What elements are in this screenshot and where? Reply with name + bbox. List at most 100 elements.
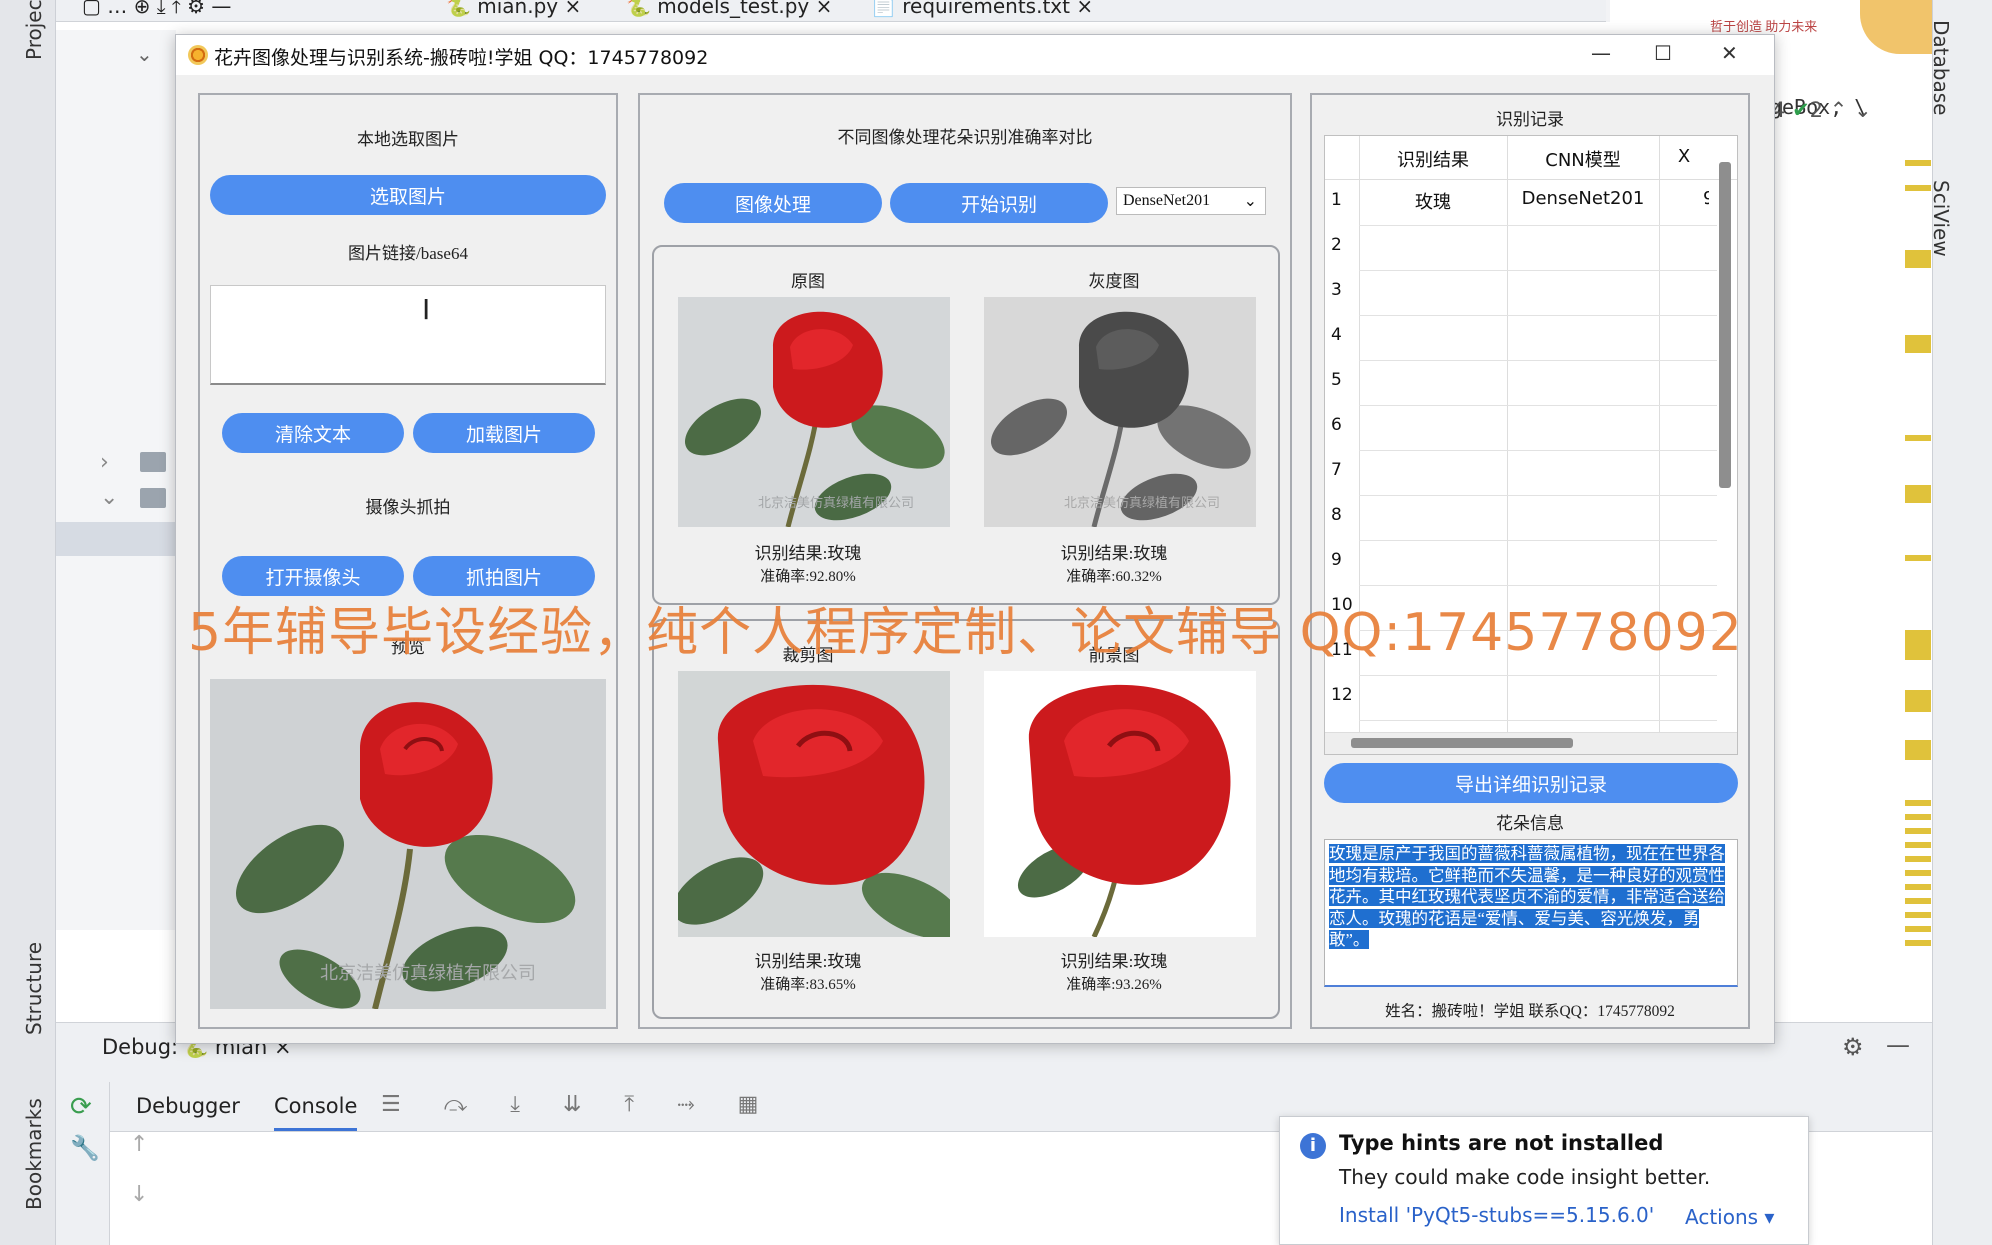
camera-heading: 摄像头抓拍 bbox=[365, 498, 451, 517]
load-image-button[interactable]: 加载图片 bbox=[413, 413, 595, 453]
debug-left-toolbar: ⟳ 🔧 bbox=[56, 1082, 110, 1245]
tab-console[interactable]: Console bbox=[274, 1094, 358, 1131]
preview-image: 北京洁美仿真绿植有限公司 bbox=[210, 679, 606, 1009]
row-divider bbox=[1359, 225, 1717, 226]
tab-mian[interactable]: 🐍 mian.py × bbox=[446, 0, 581, 18]
horizontal-scrollbar-track bbox=[1325, 732, 1737, 754]
folder-icon bbox=[140, 488, 166, 508]
text-file-icon: 📄 bbox=[871, 0, 896, 18]
info-icon: i bbox=[1300, 1133, 1326, 1159]
app-window: 花卉图像处理与识别系统-搬砖啦!学姐 QQ：1745778092 — ☐ ✕ 本… bbox=[175, 34, 1775, 1044]
export-records-button[interactable]: 导出详细识别记录 bbox=[1324, 763, 1738, 803]
app-title: 花卉图像处理与识别系统-搬砖啦!学姐 QQ：1745778092 bbox=[214, 47, 709, 69]
column-header-model[interactable]: CNN模型 bbox=[1507, 146, 1659, 172]
app-titlebar: 花卉图像处理与识别系统-搬砖啦!学姐 QQ：1745778092 — ☐ ✕ bbox=[176, 35, 1774, 75]
row-divider bbox=[1359, 315, 1717, 316]
maximize-icon[interactable]: ☐ bbox=[1654, 41, 1672, 65]
clear-text-button[interactable]: 清除文本 bbox=[222, 413, 404, 453]
model-select-value: DenseNet201 bbox=[1123, 192, 1211, 209]
comparison-panel: 不同图像处理花朵识别准确率对比 图像处理 开始识别 DenseNet201 ⌄ … bbox=[638, 93, 1292, 1029]
grayscale-accuracy: 准确率:60.32% bbox=[1066, 569, 1162, 585]
notification-body: They could make code insight better. bbox=[1339, 1165, 1711, 1189]
image-link-heading: 图片链接/base64 bbox=[348, 244, 468, 263]
install-stubs-link[interactable]: Install 'PyQt5-stubs==5.15.6.0' bbox=[1339, 1203, 1654, 1227]
row-number: 3 bbox=[1331, 280, 1342, 300]
flower-info-text[interactable]: 玫瑰是原产于我国的蔷薇科蔷薇属植物，现在在世界各地均有栽培。它鲜艳而不失温馨，是… bbox=[1324, 839, 1738, 987]
error-stripe[interactable] bbox=[1905, 160, 1931, 950]
chevron-down-icon[interactable]: ⌄ bbox=[100, 485, 118, 510]
select-image-button[interactable]: 选取图片 bbox=[210, 175, 606, 215]
row-number: 12 bbox=[1331, 685, 1353, 705]
start-recognition-button[interactable]: 开始识别 bbox=[890, 183, 1108, 223]
row-divider bbox=[1359, 405, 1717, 406]
grayscale-watermark: 北京洁美仿真绿植有限公司 bbox=[1064, 496, 1220, 511]
step-controls[interactable]: ☰ ⤼ ⤓ ⇊ ⤒ ⤑ ▦ bbox=[381, 1092, 776, 1117]
type-hints-notification: i Type hints are not installed They coul… bbox=[1279, 1116, 1809, 1245]
tab-icons[interactable]: ▢ … ⊕ ⤓ ⤒ ⚙ — bbox=[82, 0, 231, 18]
sciview-tool-label[interactable]: SciView bbox=[1929, 180, 1953, 257]
comparison-heading: 不同图像处理花朵识别准确率对比 bbox=[837, 128, 1093, 147]
tab-requirements[interactable]: 📄 requirements.txt × bbox=[871, 0, 1093, 18]
logo-text: 哲于创造 助力未来 bbox=[1710, 19, 1818, 34]
structure-tool-label[interactable]: Structure bbox=[22, 942, 46, 1035]
scroll-up-icon[interactable]: ↑ bbox=[130, 1132, 148, 1157]
original-result: 识别结果:玫瑰 bbox=[754, 544, 862, 563]
gear-icon[interactable]: ⚙ bbox=[1842, 1033, 1864, 1061]
rerun-icon[interactable]: ⟳ bbox=[70, 1092, 92, 1122]
grayscale-title: 灰度图 bbox=[1088, 272, 1140, 291]
foreground-image bbox=[984, 671, 1256, 937]
tree-selection[interactable] bbox=[56, 522, 176, 556]
flower-info-selection: 玫瑰是原产于我国的蔷薇科蔷薇属植物，现在在世界各地均有栽培。它鲜艳而不失温馨，是… bbox=[1329, 844, 1725, 949]
project-tree: ⌄ › ⌄ bbox=[56, 30, 176, 930]
foreground-accuracy: 准确率:93.26% bbox=[1066, 977, 1162, 993]
column-header-accuracy[interactable]: X bbox=[1659, 146, 1709, 167]
tab-models-test[interactable]: 🐍 models_test.py × bbox=[626, 0, 832, 18]
row-divider bbox=[1359, 495, 1717, 496]
chevron-down-icon: ⌄ bbox=[1243, 193, 1257, 210]
rose-image: 北京洁美仿真绿植有限公司 bbox=[210, 679, 606, 1009]
row-divider bbox=[1359, 585, 1717, 586]
check-icon: ✔ bbox=[1792, 98, 1810, 122]
image-link-input[interactable] bbox=[210, 285, 606, 385]
foreground-result: 识别结果:玫瑰 bbox=[1060, 952, 1168, 971]
original-title: 原图 bbox=[791, 272, 825, 291]
scroll-down-icon[interactable]: ↓ bbox=[130, 1182, 148, 1207]
image-process-button[interactable]: 图像处理 bbox=[664, 183, 882, 223]
actions-dropdown[interactable]: Actions ▾ bbox=[1685, 1205, 1774, 1229]
project-tool-label[interactable]: Project bbox=[22, 0, 46, 60]
minimize-icon[interactable]: — bbox=[1886, 1031, 1910, 1059]
minimize-icon[interactable]: — bbox=[1591, 41, 1611, 65]
table-cell-result[interactable]: 玫瑰 bbox=[1359, 188, 1507, 214]
row-number: 2 bbox=[1331, 235, 1342, 255]
row-number: 5 bbox=[1331, 370, 1342, 390]
table-cell-model[interactable]: DenseNet201 bbox=[1507, 188, 1659, 209]
row-number: 4 bbox=[1331, 325, 1342, 345]
tab-debugger[interactable]: Debugger bbox=[136, 1094, 240, 1118]
column-header-result[interactable]: 识别结果 bbox=[1359, 146, 1507, 172]
python-file-icon: 🐍 bbox=[446, 0, 471, 18]
row-number: 9 bbox=[1331, 550, 1342, 570]
bookmarks-tool-label[interactable]: Bookmarks bbox=[22, 1098, 46, 1210]
close-icon[interactable]: ✕ bbox=[1721, 41, 1738, 65]
row-divider bbox=[1359, 450, 1717, 451]
debug-label: Debug: bbox=[102, 1035, 179, 1059]
inspection-widget[interactable]: 4 ✔2 ⌃ ⌄ bbox=[1772, 98, 1872, 122]
notification-title: Type hints are not installed bbox=[1339, 1131, 1664, 1155]
model-select[interactable]: DenseNet201 ⌄ bbox=[1116, 187, 1266, 215]
wrench-icon[interactable]: 🔧 bbox=[70, 1134, 100, 1162]
row-divider bbox=[1359, 270, 1717, 271]
chevron-right-icon[interactable]: › bbox=[100, 450, 109, 475]
horizontal-scrollbar[interactable] bbox=[1351, 738, 1573, 748]
input-panel: 本地选取图片 选取图片 图片链接/base64 I 清除文本 加载图片 摄像头抓… bbox=[198, 93, 618, 1029]
table-cell-accuracy[interactable]: 9 bbox=[1659, 188, 1709, 209]
right-tool-strip: Database SciView bbox=[1929, 0, 1992, 1245]
row-number: 1 bbox=[1331, 190, 1342, 210]
records-panel: 识别记录 识别结果 CNN模型 X 1 2 3 4 5 6 7 8 9 10 11 12 玫瑰 Den… bbox=[1310, 93, 1750, 1029]
flower-info-heading: 花朵信息 bbox=[1496, 814, 1564, 833]
database-tool-label[interactable]: Database bbox=[1929, 20, 1953, 115]
original-accuracy: 准确率:92.80% bbox=[760, 569, 856, 585]
row-number: 8 bbox=[1331, 505, 1342, 525]
vertical-scrollbar[interactable] bbox=[1719, 162, 1731, 488]
chevron-down-icon[interactable]: ⌄ bbox=[136, 42, 153, 66]
left-tool-strip: Project Structure Bookmarks bbox=[0, 0, 56, 1245]
